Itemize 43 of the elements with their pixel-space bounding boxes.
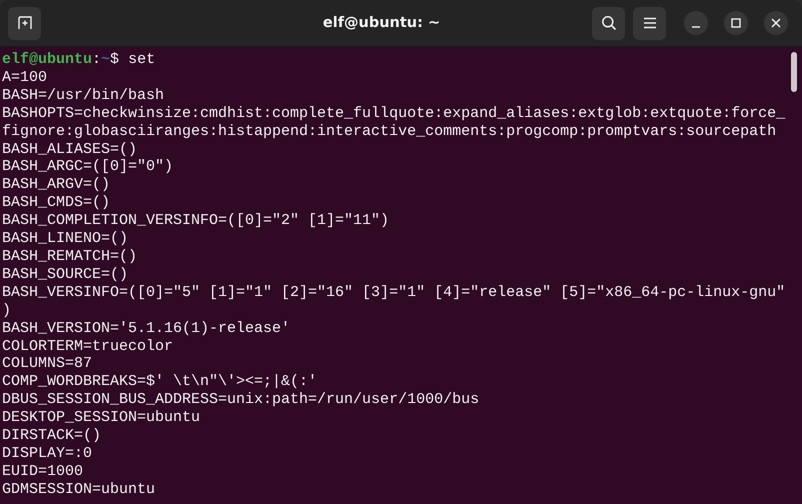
output-line: GDMSESSION=ubuntu <box>2 480 156 499</box>
close-icon <box>771 18 781 28</box>
command-text: set <box>128 51 156 68</box>
output-line: BASH_ALIASES=() <box>2 140 138 158</box>
output-line: DISPLAY=:0 <box>2 444 92 463</box>
output-line: BASH_ARGV=() <box>2 176 110 194</box>
prompt-user-host: elf@ubuntu <box>2 51 92 68</box>
minimize-icon <box>692 26 700 28</box>
scrollbar-thumb[interactable] <box>791 52 797 92</box>
output-line: EUID=1000 <box>2 462 84 481</box>
output-line: BASH_SOURCE=() <box>2 266 128 284</box>
output-line: BASH_COMPLETION_VERSINFO=([0]="2" [1]="11") <box>2 212 390 230</box>
output-line: DIRSTACK=() <box>2 427 102 445</box>
output-line: fignore:globasciiranges:histappend:interactive_comments:progcomp:promptvars:sourcepath <box>2 122 776 141</box>
output-line: BASH=/usr/bin/bash <box>2 86 164 105</box>
output-line: COMP_WORDBREAKS=$' \t\n"\'><=;|&(:' <box>2 373 318 392</box>
output-line: DESKTOP_SESSION=ubuntu <box>2 409 200 428</box>
window-title: elf@ubuntu: ~ <box>322 15 442 31</box>
prompt-separator: : <box>92 51 102 68</box>
prompt-symbol: $ <box>110 51 120 68</box>
minimize-button[interactable] <box>684 11 708 35</box>
menu-icon <box>642 17 656 29</box>
output-line: BASH_VERSION='5.1.16(1)-release' <box>2 320 290 338</box>
output-line: BASH_ARGC=([0]="0") <box>2 158 174 176</box>
search-button[interactable] <box>592 6 625 40</box>
output-line: COLUMNS=87 <box>2 355 92 374</box>
search-icon <box>600 15 616 31</box>
output-line: DBUS_SESSION_BUS_ADDRESS=unix:path=/run/user/1000/bus <box>2 391 480 410</box>
menu-button[interactable] <box>633 6 666 40</box>
new-tab-icon <box>16 15 32 31</box>
maximize-button[interactable] <box>724 11 748 35</box>
output-line: BASH_VERSINFO=([0]="5" [1]="1" [2]="16" [3]="1" [4]="release" [5]="x86_64-pc-linux-gnu" <box>2 284 786 302</box>
maximize-icon <box>731 18 741 28</box>
output-line: BASH_CMDS=() <box>2 194 110 212</box>
new-tab-button[interactable] <box>8 6 41 40</box>
output-line: ) <box>2 302 12 320</box>
prompt-path: ~ <box>101 51 110 68</box>
output-line: A=100 <box>2 68 48 87</box>
output-line: COLORTERM=truecolor <box>2 338 174 356</box>
close-button[interactable] <box>764 11 788 35</box>
output-line: BASH_REMATCH=() <box>2 248 138 266</box>
output-line: BASHOPTS=checkwinsize:cmdhist:complete_fullquote:expand_aliases:extglob:extquote:force_ <box>2 104 786 123</box>
output-line: BASH_LINENO=() <box>2 230 128 248</box>
